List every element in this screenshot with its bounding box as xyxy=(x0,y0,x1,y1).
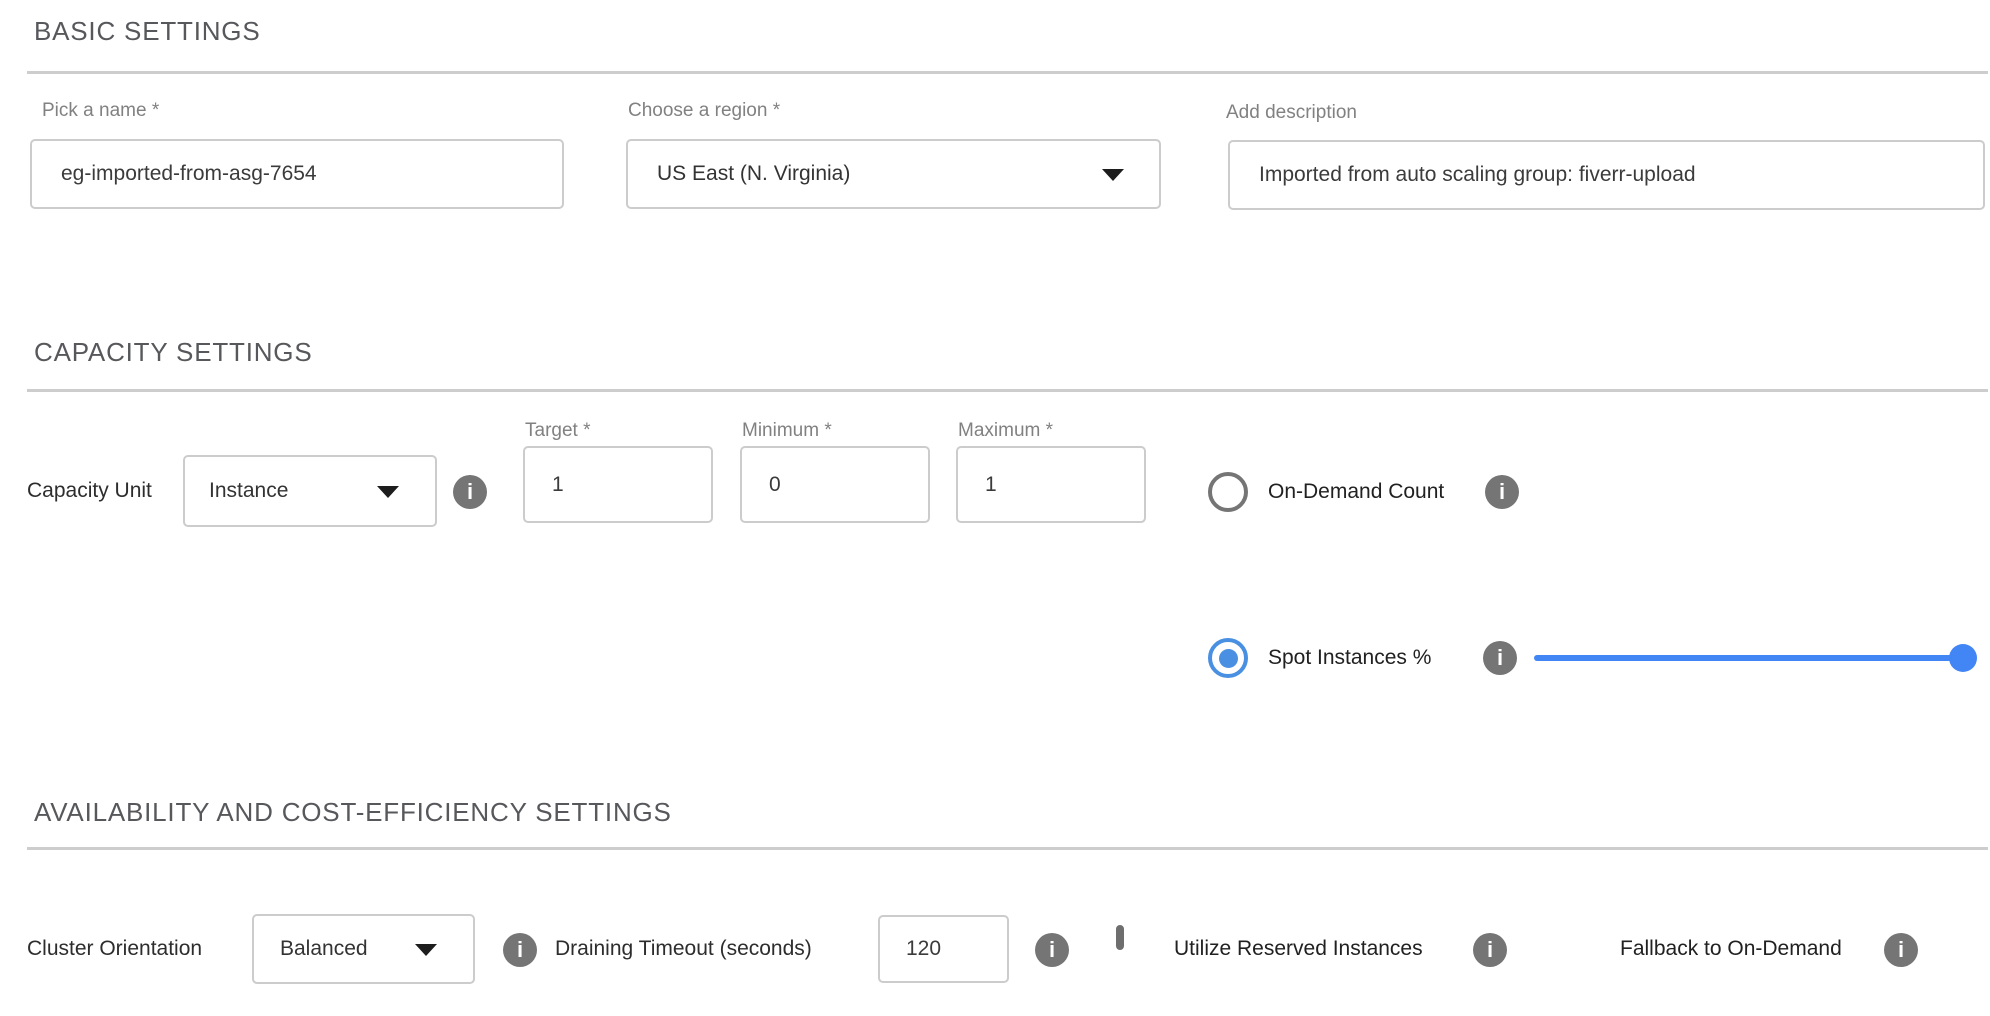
maximum-field-label: Maximum * xyxy=(958,420,1053,442)
draining-timeout-label: Draining Timeout (seconds) xyxy=(555,937,812,961)
spot-percentage-slider[interactable] xyxy=(1534,655,1966,661)
draining-timeout-input[interactable] xyxy=(878,915,1009,983)
section-divider xyxy=(27,71,1988,74)
fallback-to-on-demand-label[interactable]: Fallback to On-Demand xyxy=(1620,937,1842,961)
on-demand-count-info-icon[interactable] xyxy=(1485,475,1519,509)
capacity-settings-title: CAPACITY SETTINGS xyxy=(34,337,312,368)
description-field-label: Add description xyxy=(1226,102,1357,124)
section-divider xyxy=(27,389,1988,392)
chevron-down-icon xyxy=(415,944,437,956)
on-demand-count-label[interactable]: On-Demand Count xyxy=(1268,480,1444,504)
description-input[interactable] xyxy=(1228,140,1985,210)
region-selected-value: US East (N. Virginia) xyxy=(657,162,850,186)
region-field-label: Choose a region * xyxy=(628,100,780,122)
section-divider xyxy=(27,847,1988,850)
target-field-label: Target * xyxy=(525,420,590,442)
spot-instances-radio[interactable] xyxy=(1208,638,1248,678)
utilize-reserved-instances-info-icon[interactable] xyxy=(1473,933,1507,967)
draining-timeout-info-icon[interactable] xyxy=(1035,933,1069,967)
elastigroup-settings-form: BASIC SETTINGS Pick a name * Choose a re… xyxy=(0,0,1990,1016)
utilize-reserved-instances-label[interactable]: Utilize Reserved Instances xyxy=(1174,937,1423,961)
spot-instances-info-icon[interactable] xyxy=(1483,641,1517,675)
capacity-unit-label: Capacity Unit xyxy=(27,479,152,503)
on-demand-count-radio[interactable] xyxy=(1208,472,1248,512)
name-input[interactable] xyxy=(30,139,564,209)
name-field-label: Pick a name * xyxy=(42,100,159,122)
minimum-field-label: Minimum * xyxy=(742,420,832,442)
capacity-unit-info-icon[interactable] xyxy=(453,475,487,509)
spot-instances-label[interactable]: Spot Instances % xyxy=(1268,646,1431,670)
minimum-input[interactable] xyxy=(740,446,930,523)
chevron-down-icon xyxy=(377,486,399,498)
availability-settings-title: AVAILABILITY AND COST-EFFICIENCY SETTING… xyxy=(34,797,672,828)
region-select[interactable]: US East (N. Virginia) xyxy=(626,139,1161,209)
spot-percentage-slider-thumb[interactable] xyxy=(1949,644,1977,672)
cluster-orientation-selected-value: Balanced xyxy=(280,937,368,961)
capacity-unit-select[interactable]: Instance xyxy=(183,455,437,527)
chevron-down-icon xyxy=(1102,169,1124,181)
target-input[interactable] xyxy=(523,446,713,523)
cluster-orientation-select[interactable]: Balanced xyxy=(252,914,475,984)
capacity-unit-selected-value: Instance xyxy=(209,479,288,503)
fallback-to-on-demand-info-icon[interactable] xyxy=(1884,933,1918,967)
basic-settings-title: BASIC SETTINGS xyxy=(34,16,260,47)
utilize-reserved-instances-checkbox[interactable] xyxy=(1116,925,1124,950)
maximum-input[interactable] xyxy=(956,446,1146,523)
cluster-orientation-label: Cluster Orientation xyxy=(27,937,202,961)
cluster-orientation-info-icon[interactable] xyxy=(503,933,537,967)
